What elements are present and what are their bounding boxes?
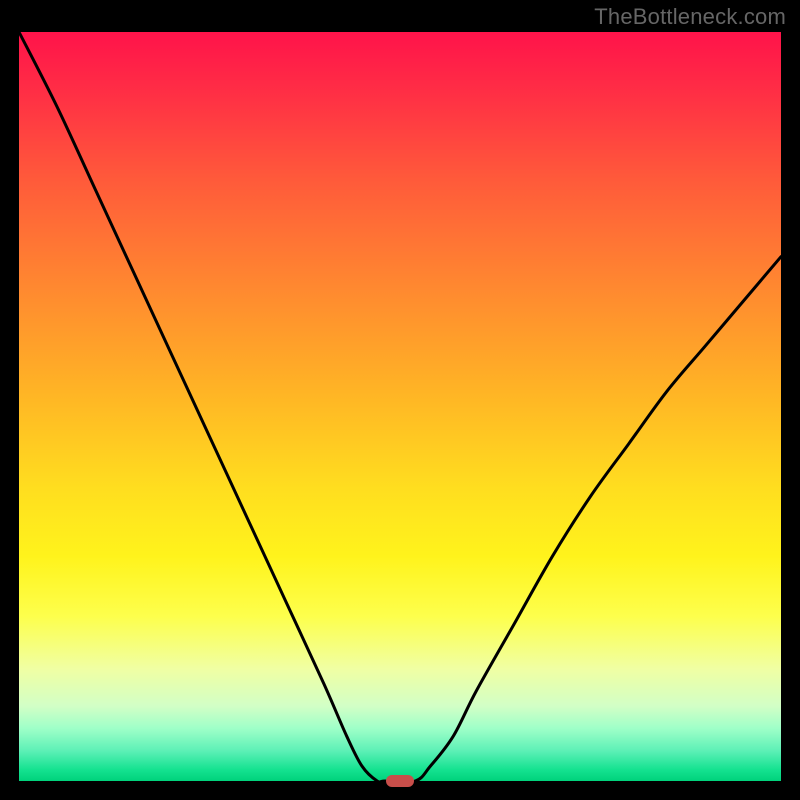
watermark-text: TheBottleneck.com bbox=[594, 4, 786, 30]
chart-frame: TheBottleneck.com bbox=[0, 0, 800, 800]
plot-area bbox=[19, 32, 781, 781]
minimum-marker bbox=[386, 775, 414, 787]
bottleneck-curve bbox=[19, 32, 781, 781]
